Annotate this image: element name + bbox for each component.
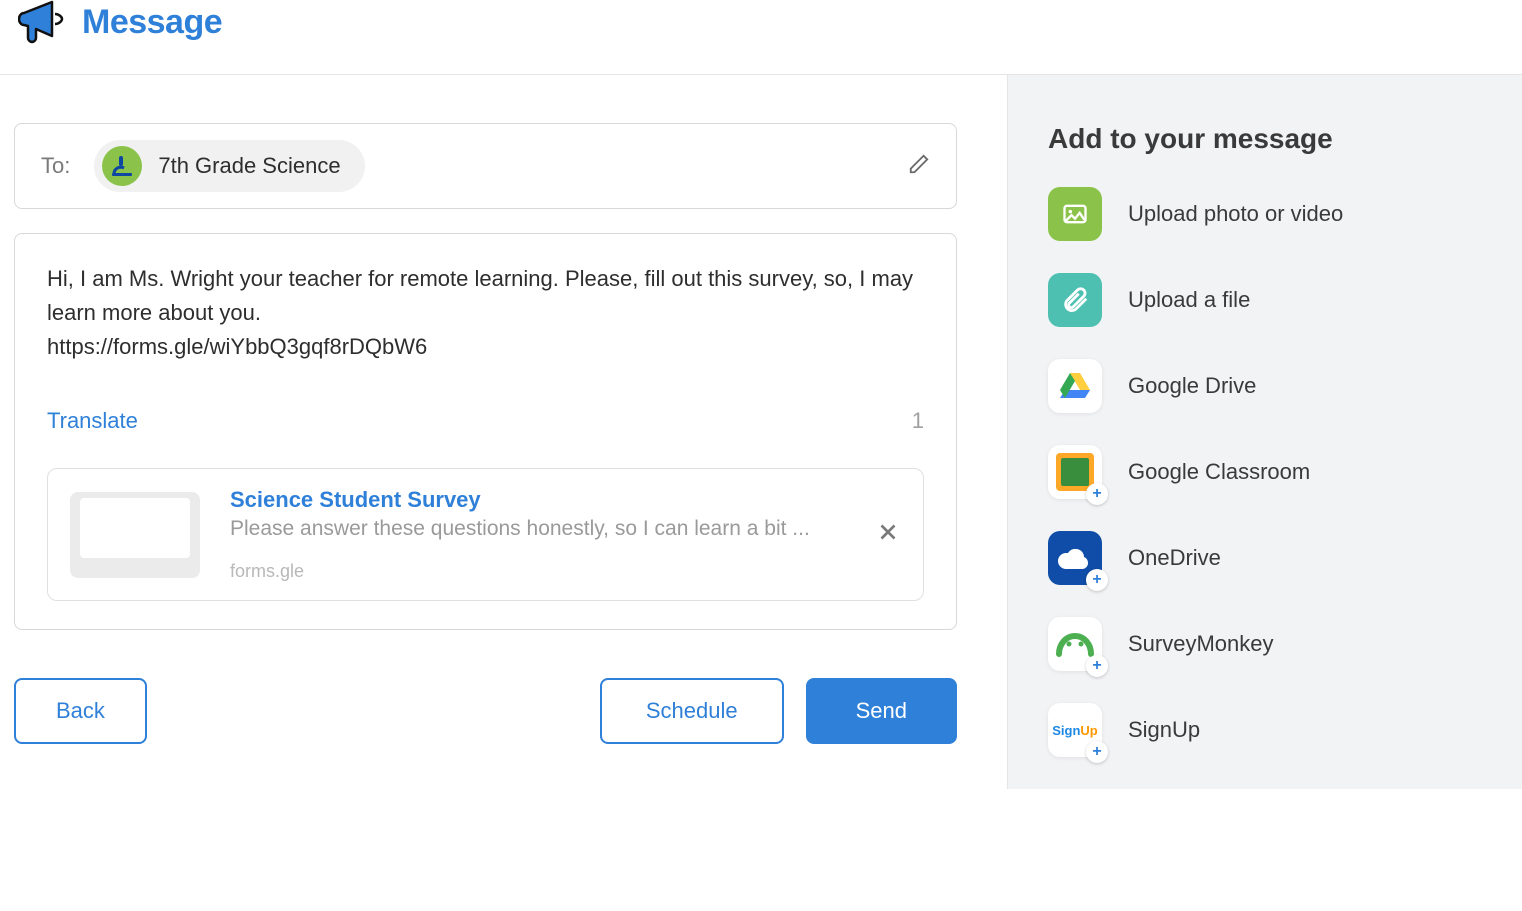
google-classroom-icon: + <box>1048 445 1102 499</box>
link-preview-domain: forms.gle <box>230 561 859 582</box>
action-bar: Back Schedule Send <box>14 678 957 744</box>
message-body-input[interactable]: Hi, I am Ms. Wright your teacher for rem… <box>47 262 924 364</box>
to-label: To: <box>41 153 70 179</box>
attach-surveymonkey[interactable]: + SurveyMonkey <box>1048 617 1482 671</box>
attach-label: Upload a file <box>1128 287 1250 313</box>
translate-link[interactable]: Translate <box>47 408 138 434</box>
pencil-icon <box>908 153 930 175</box>
message-box: Hi, I am Ms. Wright your teacher for rem… <box>14 233 957 630</box>
attach-label: SignUp <box>1128 717 1200 743</box>
attach-label: Google Drive <box>1128 373 1256 399</box>
attach-onedrive[interactable]: + OneDrive <box>1048 531 1482 585</box>
google-drive-icon <box>1048 359 1102 413</box>
close-icon <box>875 519 901 545</box>
attachments-sidebar: Add to your message Upload photo or vide… <box>1007 75 1522 789</box>
surveymonkey-icon: + <box>1048 617 1102 671</box>
edit-recipients-button[interactable] <box>908 153 930 180</box>
compose-area: To: 7th Grade Science Hi, I am Ms. Wrig <box>0 75 1007 789</box>
link-thumbnail <box>70 492 200 578</box>
remove-link-button[interactable] <box>875 519 901 550</box>
link-preview-card[interactable]: Science Student Survey Please answer the… <box>47 468 924 601</box>
back-button[interactable]: Back <box>14 678 147 744</box>
image-icon <box>1048 187 1102 241</box>
link-preview-title: Science Student Survey <box>230 487 859 513</box>
attach-upload-photo[interactable]: Upload photo or video <box>1048 187 1482 241</box>
to-field: To: 7th Grade Science <box>14 123 957 209</box>
microscope-icon <box>102 146 142 186</box>
schedule-button[interactable]: Schedule <box>600 678 784 744</box>
plus-badge-icon: + <box>1086 655 1108 677</box>
attach-label: Upload photo or video <box>1128 201 1343 227</box>
send-button[interactable]: Send <box>806 678 957 744</box>
attach-google-classroom[interactable]: + Google Classroom <box>1048 445 1482 499</box>
recipient-name: 7th Grade Science <box>158 153 340 179</box>
page-title: Message <box>82 3 222 42</box>
signup-icon: SignUp + <box>1048 703 1102 757</box>
plus-badge-icon: + <box>1086 483 1108 505</box>
plus-badge-icon: + <box>1086 569 1108 591</box>
attach-upload-file[interactable]: Upload a file <box>1048 273 1482 327</box>
attach-google-drive[interactable]: Google Drive <box>1048 359 1482 413</box>
onedrive-icon: + <box>1048 531 1102 585</box>
page-header: Message <box>0 0 1522 75</box>
link-preview-description: Please answer these questions honestly, … <box>230 517 859 541</box>
attach-label: Google Classroom <box>1128 459 1310 485</box>
attach-signup[interactable]: SignUp + SignUp <box>1048 703 1482 757</box>
attach-label: SurveyMonkey <box>1128 631 1274 657</box>
paperclip-icon <box>1048 273 1102 327</box>
megaphone-icon <box>18 0 64 44</box>
recipient-chip[interactable]: 7th Grade Science <box>94 140 364 192</box>
attach-label: OneDrive <box>1128 545 1221 571</box>
sidebar-title: Add to your message <box>1048 123 1482 155</box>
plus-badge-icon: + <box>1086 741 1108 763</box>
message-count: 1 <box>912 408 924 434</box>
